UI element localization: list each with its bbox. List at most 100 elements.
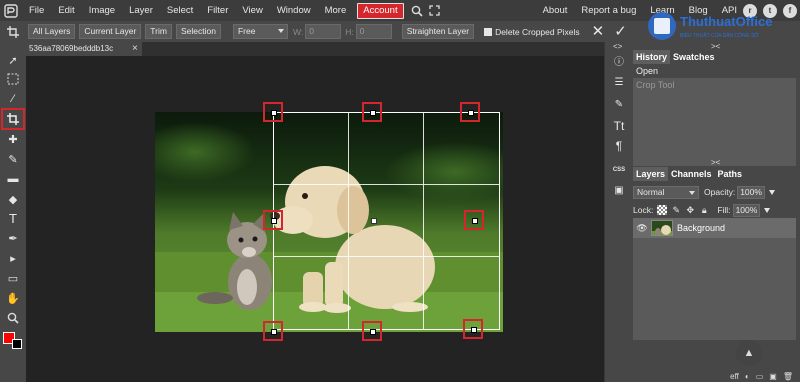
menu-view[interactable]: View xyxy=(235,0,269,21)
link-api[interactable]: API xyxy=(715,0,740,21)
magic-wand-tool-icon[interactable]: ⁄ xyxy=(3,90,23,108)
tab-channels[interactable]: Channels xyxy=(668,167,715,181)
search-icon[interactable] xyxy=(408,0,426,21)
scroll-up-button[interactable]: ▲ xyxy=(736,340,762,366)
layer-name[interactable]: Background xyxy=(677,223,725,233)
eraser-tool-icon[interactable]: ▬ xyxy=(3,170,23,188)
fill-input[interactable]: 100% xyxy=(732,203,761,217)
move-tool-icon[interactable]: ➚ xyxy=(3,51,23,69)
lock-label: Lock: xyxy=(633,205,654,215)
background-color-swatch[interactable] xyxy=(12,339,22,349)
expand-arrows-icon[interactable]: <> xyxy=(613,42,622,51)
twitter-icon[interactable]: t xyxy=(763,3,777,18)
brush-tool-icon[interactable]: ✎ xyxy=(3,150,23,168)
opacity-dropdown-icon[interactable] xyxy=(768,189,775,195)
width-input[interactable]: 0 xyxy=(305,24,342,39)
link-blog[interactable]: Blog xyxy=(682,0,715,21)
height-input[interactable]: 0 xyxy=(355,24,392,39)
crop-handle-top-right[interactable] xyxy=(460,102,480,122)
close-icon[interactable]: × xyxy=(132,42,138,56)
crop-handle-bottom-right[interactable] xyxy=(463,319,483,339)
app-logo-icon[interactable] xyxy=(0,0,22,21)
opacity-input[interactable]: 100% xyxy=(737,185,765,199)
pen-tool-icon[interactable]: ✒ xyxy=(3,229,23,247)
crop-handle-top-left[interactable] xyxy=(263,102,283,122)
width-field[interactable]: W: 0 xyxy=(293,24,342,39)
crop-handle-left[interactable] xyxy=(263,210,283,230)
menu-filter[interactable]: Filter xyxy=(200,0,235,21)
layer-effects-icon[interactable]: eff xyxy=(730,372,739,381)
folder-icon[interactable]: ▭ xyxy=(756,372,764,381)
trim-button[interactable]: Trim xyxy=(145,24,172,39)
height-field[interactable]: H: 0 xyxy=(345,24,392,39)
crop-grid-line xyxy=(274,255,499,257)
menu-layer[interactable]: Layer xyxy=(122,0,160,21)
link-about[interactable]: About xyxy=(536,0,575,21)
history-item[interactable]: Crop Tool xyxy=(633,78,796,92)
shape-tool-icon[interactable]: ▭ xyxy=(3,269,23,287)
crop-handle-bottom-left[interactable] xyxy=(263,321,283,341)
tools-panel: ➚ ⁄ ✚ ✎ ▬ ◆ T ✒ ▸ ▭ ✋ xyxy=(0,42,26,382)
cancel-crop-icon[interactable]: ✕ xyxy=(592,24,605,39)
character-icon[interactable]: Tt xyxy=(610,118,628,134)
crop-center-marker xyxy=(371,218,377,224)
commit-crop-icon[interactable]: ✓ xyxy=(614,24,627,39)
new-layer-icon[interactable]: ▣ xyxy=(769,372,777,381)
straighten-layer-button[interactable]: Straighten Layer xyxy=(401,24,475,39)
crop-handle-bottom[interactable] xyxy=(362,321,382,341)
tab-layers[interactable]: Layers xyxy=(633,167,669,181)
lock-all-icon[interactable]: 🔒︎ xyxy=(699,205,709,215)
menu-image[interactable]: Image xyxy=(82,0,122,21)
zoom-tool-icon[interactable] xyxy=(3,309,23,327)
lock-pixels-icon[interactable]: ✎ xyxy=(671,205,681,215)
info-icon[interactable]: ⓘ xyxy=(610,52,628,68)
tab-swatches[interactable]: Swatches xyxy=(670,50,718,64)
link-report-bug[interactable]: Report a bug xyxy=(574,0,643,21)
ratio-select[interactable]: Free xyxy=(232,24,288,39)
tab-history[interactable]: History xyxy=(633,50,671,64)
canvas-area[interactable] xyxy=(26,56,604,382)
lock-transparency-icon[interactable] xyxy=(657,205,668,215)
fill-dropdown-icon[interactable] xyxy=(764,207,771,213)
crop-handle-right[interactable] xyxy=(464,210,484,230)
all-layers-button[interactable]: All Layers xyxy=(28,24,76,39)
fullscreen-icon[interactable] xyxy=(426,0,444,21)
delete-cropped-checkbox[interactable] xyxy=(484,27,493,36)
visibility-eye-icon[interactable]: 👁︎ xyxy=(635,223,649,234)
link-learn[interactable]: Learn xyxy=(643,0,681,21)
blend-mode-select[interactable]: Normal xyxy=(633,185,699,199)
adjustment-icon[interactable]: ◐ xyxy=(745,372,750,381)
document-tab[interactable]: 536aa78069bedddb13c xyxy=(26,42,142,56)
selection-button[interactable]: Selection xyxy=(175,24,221,39)
current-layer-button[interactable]: Current Layer xyxy=(79,24,142,39)
history-item[interactable]: Open xyxy=(633,64,796,78)
image-icon[interactable]: ▣ xyxy=(610,182,628,198)
collapse-arrows-icon[interactable]: >< xyxy=(711,158,720,167)
healing-tool-icon[interactable]: ✚ xyxy=(3,130,23,148)
css-icon[interactable]: CSS xyxy=(610,162,628,178)
delete-layer-icon[interactable]: 🗑︎ xyxy=(783,372,793,381)
layer-row[interactable]: 👁︎ Background xyxy=(633,218,796,238)
crop-handle-top[interactable] xyxy=(362,102,382,122)
marquee-tool-icon[interactable] xyxy=(3,70,23,88)
brush-settings-icon[interactable]: ✎ xyxy=(610,96,628,112)
menu-edit[interactable]: Edit xyxy=(51,0,81,21)
path-select-tool-icon[interactable]: ▸ xyxy=(3,249,23,267)
lock-position-icon[interactable]: ✥ xyxy=(685,205,695,215)
tab-paths[interactable]: Paths xyxy=(715,167,746,181)
account-button[interactable]: Account xyxy=(357,2,404,19)
menu-select[interactable]: Select xyxy=(160,0,200,21)
paragraph-icon[interactable]: ¶ xyxy=(610,138,628,154)
menu-window[interactable]: Window xyxy=(270,0,318,21)
hand-tool-icon[interactable]: ✋ xyxy=(3,289,23,307)
menu-more[interactable]: More xyxy=(318,0,354,21)
facebook-icon[interactable]: f xyxy=(783,3,797,18)
type-tool-icon[interactable]: T xyxy=(3,209,23,227)
delete-cropped-label[interactable]: Delete Cropped Pixels xyxy=(495,27,580,37)
menu-file[interactable]: File xyxy=(22,0,51,21)
layer-thumbnail xyxy=(651,220,673,236)
crop-tool-button[interactable] xyxy=(1,108,25,130)
reddit-icon[interactable]: r xyxy=(743,3,757,18)
properties-icon[interactable]: ☰ xyxy=(610,74,628,90)
fill-tool-icon[interactable]: ◆ xyxy=(3,190,23,208)
